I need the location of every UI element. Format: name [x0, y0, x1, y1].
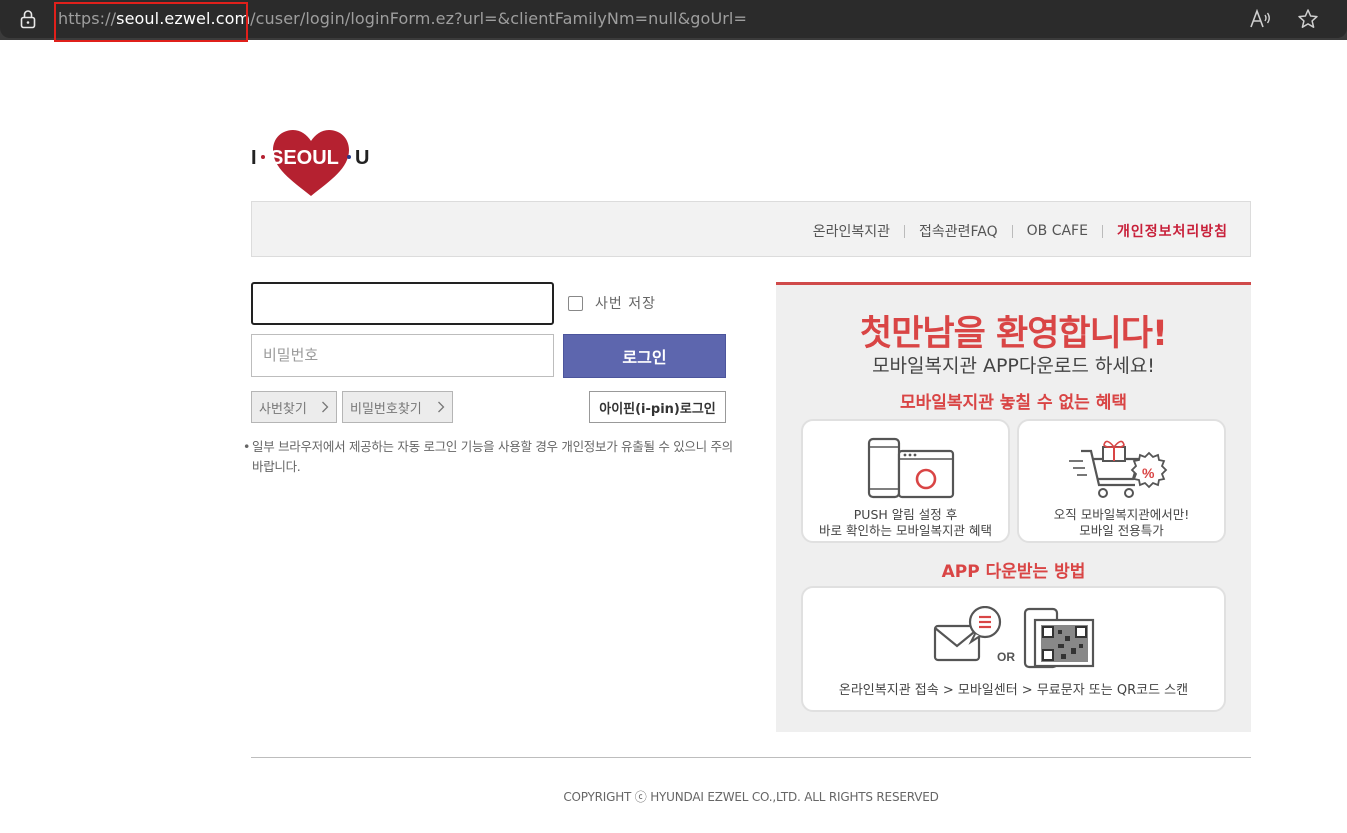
- special-price-text: 오직 모바일복지관에서만! 모바일 전용특가: [1019, 507, 1224, 539]
- download-steps: 온라인복지관 접속 > 모바일센터 > 무료문자 또는 QR코드 스캔: [838, 683, 1189, 698]
- find-password-button[interactable]: 비밀번호찾기: [342, 391, 453, 423]
- bullet-icon: •: [243, 439, 251, 454]
- or-label: OR: [997, 650, 1015, 664]
- save-id-checkbox[interactable]: [568, 295, 583, 311]
- autologin-notice-text: 일부 브라우저에서 제공하는 자동 로그인 기능을 사용할 경우 개인정보가 유…: [252, 439, 733, 474]
- logo-seoul: SEOUL: [270, 147, 339, 169]
- ipin-login-button[interactable]: 아이핀(i-pin)로그인: [589, 391, 726, 423]
- mobile-app-banner[interactable]: 첫만남을 환영합니다! 모바일복지관 APP다운로드 하세요! 모바일복지관 놓…: [776, 282, 1251, 732]
- sms-or-qr-icon: OR: [933, 606, 1095, 669]
- nav-ob-cafe-label: OB CAFE: [1026, 223, 1088, 239]
- save-id-option[interactable]: 사번 저장: [568, 293, 656, 313]
- nav-privacy-policy[interactable]: 개인정보처리방침: [1088, 221, 1228, 241]
- nav-faq[interactable]: 접속관련FAQ: [890, 221, 998, 241]
- benefit-heading: 모바일복지관 놓칠 수 없는 혜택: [900, 393, 1127, 413]
- special-price-line1: 오직 모바일복지관에서만!: [1053, 507, 1190, 522]
- logo-i: I: [251, 147, 257, 169]
- push-benefit-card: PUSH 알림 설정 후 바로 확인하는 모바일복지관 혜택: [801, 419, 1010, 543]
- logo-u: U: [355, 147, 369, 169]
- find-employee-id-label: 사번찾기: [259, 401, 307, 417]
- lock-icon[interactable]: [19, 9, 37, 29]
- push-benefit-line1: PUSH 알림 설정 후: [853, 507, 958, 522]
- copyright-text: COPYRIGHT ⓒ HYUNDAI EZWEL CO.,LTD. ALL R…: [563, 790, 939, 804]
- special-price-card: % 오직 모바일복지관에서만! 모바일 전용특가: [1017, 419, 1226, 543]
- url-highlight-box: [54, 2, 248, 42]
- nav-privacy-policy-label: 개인정보처리방침: [1116, 224, 1228, 240]
- download-howto-heading: APP 다운받는 방법: [941, 562, 1086, 582]
- banner-subtitle: 모바일복지관 APP다운로드 하세요!: [872, 355, 1155, 377]
- push-benefit-line2: 바로 확인하는 모바일복지관 혜택: [819, 523, 992, 538]
- nav-ob-cafe[interactable]: OB CAFE: [998, 223, 1088, 239]
- favorite-star-icon[interactable]: [1297, 8, 1319, 30]
- special-price-line2: 모바일 전용특가: [1079, 523, 1164, 538]
- nav-faq-label: 접속관련FAQ: [918, 224, 998, 240]
- shopping-cart-discount-icon: %: [1069, 440, 1168, 498]
- find-password-label: 비밀번호찾기: [350, 401, 422, 417]
- password-placeholder: 비밀번호: [263, 346, 319, 364]
- footer-divider: [251, 757, 1251, 758]
- chevron-right-icon: [438, 401, 445, 413]
- employee-id-input[interactable]: [251, 282, 554, 325]
- phone-notification-icon: [867, 437, 955, 499]
- chevron-right-icon: [322, 401, 329, 413]
- svg-text:%: %: [1142, 465, 1155, 481]
- address-bar[interactable]: https://seoul.ezwel.com/cuser/login/logi…: [0, 0, 1347, 42]
- find-employee-id-button[interactable]: 사번찾기: [251, 391, 337, 423]
- read-aloud-icon[interactable]: [1249, 9, 1271, 29]
- save-id-label: 사번 저장: [595, 296, 656, 312]
- nav-online-welfare[interactable]: 온라인복지관: [813, 221, 890, 241]
- top-navigation: 온라인복지관 접속관련FAQ OB CAFE 개인정보처리방침: [251, 201, 1251, 257]
- nav-online-welfare-label: 온라인복지관: [812, 224, 890, 240]
- push-benefit-text: PUSH 알림 설정 후 바로 확인하는 모바일복지관 혜택: [803, 507, 1008, 539]
- autologin-notice: • 일부 브라우저에서 제공하는 자동 로그인 기능을 사용할 경우 개인정보가…: [243, 437, 733, 477]
- password-input[interactable]: 비밀번호: [251, 334, 554, 377]
- browser-toolbar: https://seoul.ezwel.com/cuser/login/logi…: [0, 0, 1347, 42]
- url-path: /cuser/login/loginForm.ez?url=&clientFam…: [250, 9, 747, 28]
- login-button[interactable]: 로그인: [563, 334, 726, 378]
- download-howto-card: OR 온라인복지관 접속 > 모바일센터 > 무료문자 또는 QR코드 스캔: [801, 586, 1226, 712]
- banner-title: 첫만남을 환영합니다!: [860, 314, 1168, 354]
- i-seoul-u-logo[interactable]: I SEOUL U: [251, 128, 371, 198]
